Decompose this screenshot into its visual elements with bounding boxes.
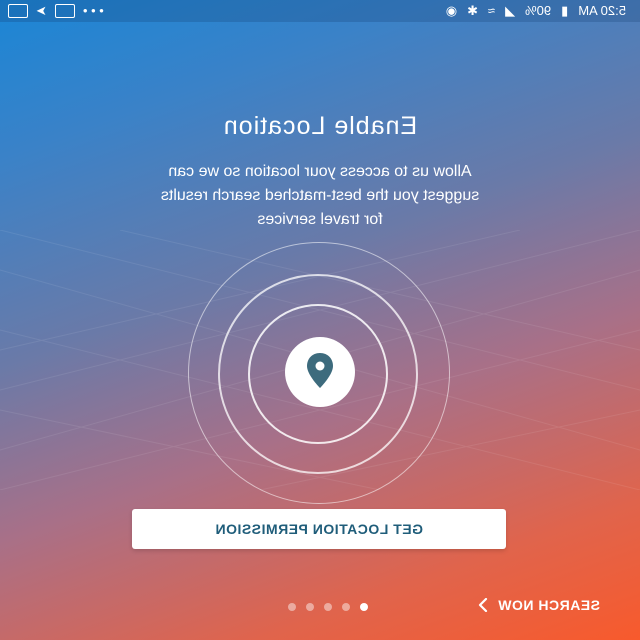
- status-bar: 5:20 AM ▮ 90% ◢ ≈ ✱ ◉ • • • ➤: [0, 0, 640, 22]
- page-dot-3: [324, 603, 332, 611]
- location-pin-badge: [285, 337, 355, 407]
- search-now-label: SEARCH NOW: [497, 597, 600, 613]
- signal-icon: ◢: [505, 3, 516, 18]
- page-description: Allow us to access your location so we c…: [160, 163, 480, 228]
- send-notification-icon: ➤: [36, 3, 47, 18]
- location-pin-icon: [307, 353, 333, 388]
- status-right: • • • ➤: [8, 2, 104, 20]
- page-title: Enable Location: [222, 112, 418, 140]
- overflow-dots: • • •: [82, 3, 104, 18]
- location-onboarding-screen: 5:20 AM ▮ 90% ◢ ≈ ✱ ◉ • • • ➤ Enable Loc…: [0, 0, 640, 640]
- gmail-notification-icon: [54, 4, 75, 18]
- chevron-right-icon: [478, 598, 487, 612]
- battery-level: 90%: [525, 3, 552, 18]
- search-now-link[interactable]: SEARCH NOW: [478, 597, 600, 613]
- image-notification-icon: [8, 4, 28, 18]
- time: 5:20 AM: [578, 3, 626, 18]
- location-status-icon: ◉: [445, 3, 458, 18]
- page-dot-5: [288, 603, 296, 611]
- status-left: 5:20 AM ▮ 90% ◢ ≈ ✱ ◉: [446, 2, 626, 20]
- page-dot-4: [306, 603, 314, 611]
- wifi-icon: ≈: [487, 3, 496, 18]
- page-dot-1: [360, 603, 368, 611]
- battery-icon: ▮: [561, 3, 569, 18]
- get-location-permission-button[interactable]: GET LOCATION PERMISSION: [132, 509, 506, 549]
- page-dot-2: [342, 603, 350, 611]
- bluetooth-icon: ✱: [467, 3, 478, 18]
- page-indicator: [288, 603, 368, 611]
